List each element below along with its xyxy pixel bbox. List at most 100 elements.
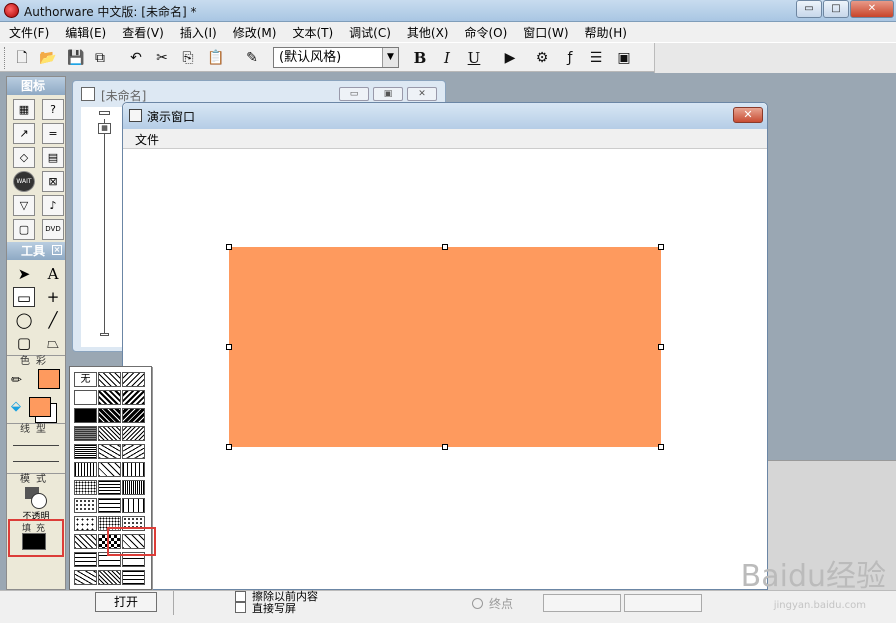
control-panel-icon[interactable]: ⚙	[532, 48, 552, 68]
undo-icon[interactable]: ↶	[126, 48, 146, 68]
resize-handle-e[interactable]	[658, 344, 664, 350]
design-minimize-button[interactable]: ▭	[339, 87, 369, 101]
line-color-swatch[interactable]	[38, 369, 60, 389]
pointer-tool-icon[interactable]: ➤	[13, 264, 35, 284]
presentation-menu-file[interactable]: 文件	[135, 131, 159, 148]
pattern-3[interactable]	[98, 390, 121, 405]
pattern-crosshatch[interactable]	[98, 570, 121, 585]
erase-previous-checkbox[interactable]	[235, 591, 246, 602]
movie-icon-button[interactable]: ⊠	[42, 171, 64, 192]
pattern-16[interactable]	[74, 480, 97, 495]
pattern-white[interactable]	[74, 390, 97, 405]
rounded-rect-tool-icon[interactable]: ▢	[13, 333, 35, 353]
open-button[interactable]: 打开	[95, 592, 157, 612]
underline-button[interactable]: U	[464, 48, 484, 68]
menu-file[interactable]: 文件(F)	[0, 22, 56, 42]
text-style-select[interactable]: (默认风格) ▼	[273, 47, 399, 68]
restart-icon[interactable]: ▶	[500, 48, 520, 68]
pattern-8[interactable]	[98, 426, 121, 441]
pattern-tile[interactable]	[122, 570, 145, 585]
new-file-icon[interactable]: 🗋	[12, 48, 32, 68]
close-button[interactable]: ✕	[850, 0, 894, 18]
calculation-icon-button[interactable]: =	[42, 123, 64, 144]
paste-icon[interactable]: 📋	[206, 48, 226, 68]
erase-icon-button[interactable]: ◇	[13, 147, 35, 168]
menu-command[interactable]: 命令(O)	[455, 22, 514, 42]
open-folder-icon[interactable]: 📂	[38, 48, 58, 68]
line-style-section[interactable]	[7, 435, 65, 473]
endpoint-field-2[interactable]	[624, 594, 702, 612]
motion-icon-button[interactable]: ↗	[13, 123, 35, 144]
menu-help[interactable]: 帮助(H)	[576, 22, 634, 42]
pattern-25[interactable]	[74, 534, 97, 549]
resize-handle-se[interactable]	[658, 444, 664, 450]
menu-window[interactable]: 窗口(W)	[514, 22, 575, 42]
pattern-1[interactable]	[98, 372, 121, 387]
copy-icon[interactable]: ⎘	[178, 48, 198, 68]
foreground-color-swatch[interactable]	[29, 397, 51, 417]
presentation-window[interactable]: 演示窗口 ✕ 文件	[122, 102, 768, 590]
functions-icon[interactable]: ƒ	[560, 48, 580, 68]
polygon-tool-icon[interactable]: ⏢	[42, 333, 64, 353]
mode-section[interactable]: 不透明	[7, 485, 65, 522]
direct-to-screen-checkbox[interactable]	[235, 602, 246, 613]
chevron-down-icon[interactable]: ▼	[382, 48, 398, 67]
pattern-9[interactable]	[122, 426, 145, 441]
save-all-icon[interactable]: 💾	[66, 48, 86, 68]
resize-handle-sw[interactable]	[226, 444, 232, 450]
pattern-4[interactable]	[122, 390, 145, 405]
interaction-icon-button[interactable]: ?	[42, 99, 64, 120]
sound-icon-button[interactable]: ♪	[42, 195, 64, 216]
menu-debug[interactable]: 调试(C)	[340, 22, 398, 42]
maximize-button[interactable]: □	[823, 0, 849, 18]
pattern-7[interactable]	[74, 426, 97, 441]
find-icon[interactable]: ✎	[242, 48, 262, 68]
italic-button[interactable]: I	[437, 48, 457, 68]
fill-section[interactable]: 填充	[8, 519, 64, 557]
resize-handle-nw[interactable]	[226, 244, 232, 250]
pattern-17[interactable]	[98, 480, 121, 495]
menu-text[interactable]: 文本(T)	[283, 22, 340, 42]
pattern-22[interactable]	[74, 516, 97, 531]
menu-modify[interactable]: 修改(M)	[224, 22, 284, 42]
pattern-5[interactable]	[98, 408, 121, 423]
pattern-21[interactable]	[122, 498, 145, 513]
resize-handle-ne[interactable]	[658, 244, 664, 250]
rectangle-tool-icon[interactable]: ▭	[13, 287, 35, 307]
resize-handle-n[interactable]	[442, 244, 448, 250]
bold-button[interactable]: B	[410, 48, 430, 68]
close-icon[interactable]: ×	[52, 245, 62, 255]
pattern-11[interactable]	[98, 444, 121, 459]
line-tool-icon[interactable]: ╱	[42, 310, 64, 330]
text-tool-icon[interactable]: A	[42, 264, 64, 284]
pattern-13[interactable]	[74, 462, 97, 477]
pattern-14[interactable]	[98, 462, 121, 477]
pattern-19[interactable]	[74, 498, 97, 513]
pattern-black[interactable]	[74, 408, 97, 423]
presentation-canvas[interactable]	[123, 149, 767, 589]
framework-icon-button[interactable]: ▢	[13, 219, 35, 240]
dvd-icon-button[interactable]: DVD	[42, 219, 64, 240]
minimize-button[interactable]: ▭	[796, 0, 822, 18]
pattern-12[interactable]	[122, 444, 145, 459]
pattern-none[interactable]: 无	[74, 372, 97, 387]
resize-handle-s[interactable]	[442, 444, 448, 450]
pattern-18[interactable]	[122, 480, 145, 495]
ellipse-tool-icon[interactable]: ◯	[13, 310, 35, 330]
presentation-close-button[interactable]: ✕	[733, 107, 763, 123]
crosshair-tool-icon[interactable]: +	[42, 287, 64, 307]
pattern-6[interactable]	[122, 408, 145, 423]
endpoint-radio[interactable]	[472, 598, 483, 609]
pattern-brick[interactable]	[74, 552, 97, 567]
orange-rectangle[interactable]	[229, 247, 661, 447]
pattern-15[interactable]	[122, 462, 145, 477]
endpoint-field-1[interactable]	[543, 594, 621, 612]
decision-icon-button[interactable]: ▽	[13, 195, 35, 216]
import-icon[interactable]: ⧉	[90, 48, 110, 68]
menu-view[interactable]: 查看(V)	[113, 22, 171, 42]
flowline-area[interactable]: ▦	[81, 107, 126, 347]
menu-edit[interactable]: 编辑(E)	[56, 22, 113, 42]
design-close-button[interactable]: ✕	[407, 87, 437, 101]
knowledge-object-icon[interactable]: ▣	[614, 48, 634, 68]
pattern-zigzag[interactable]	[74, 570, 97, 585]
